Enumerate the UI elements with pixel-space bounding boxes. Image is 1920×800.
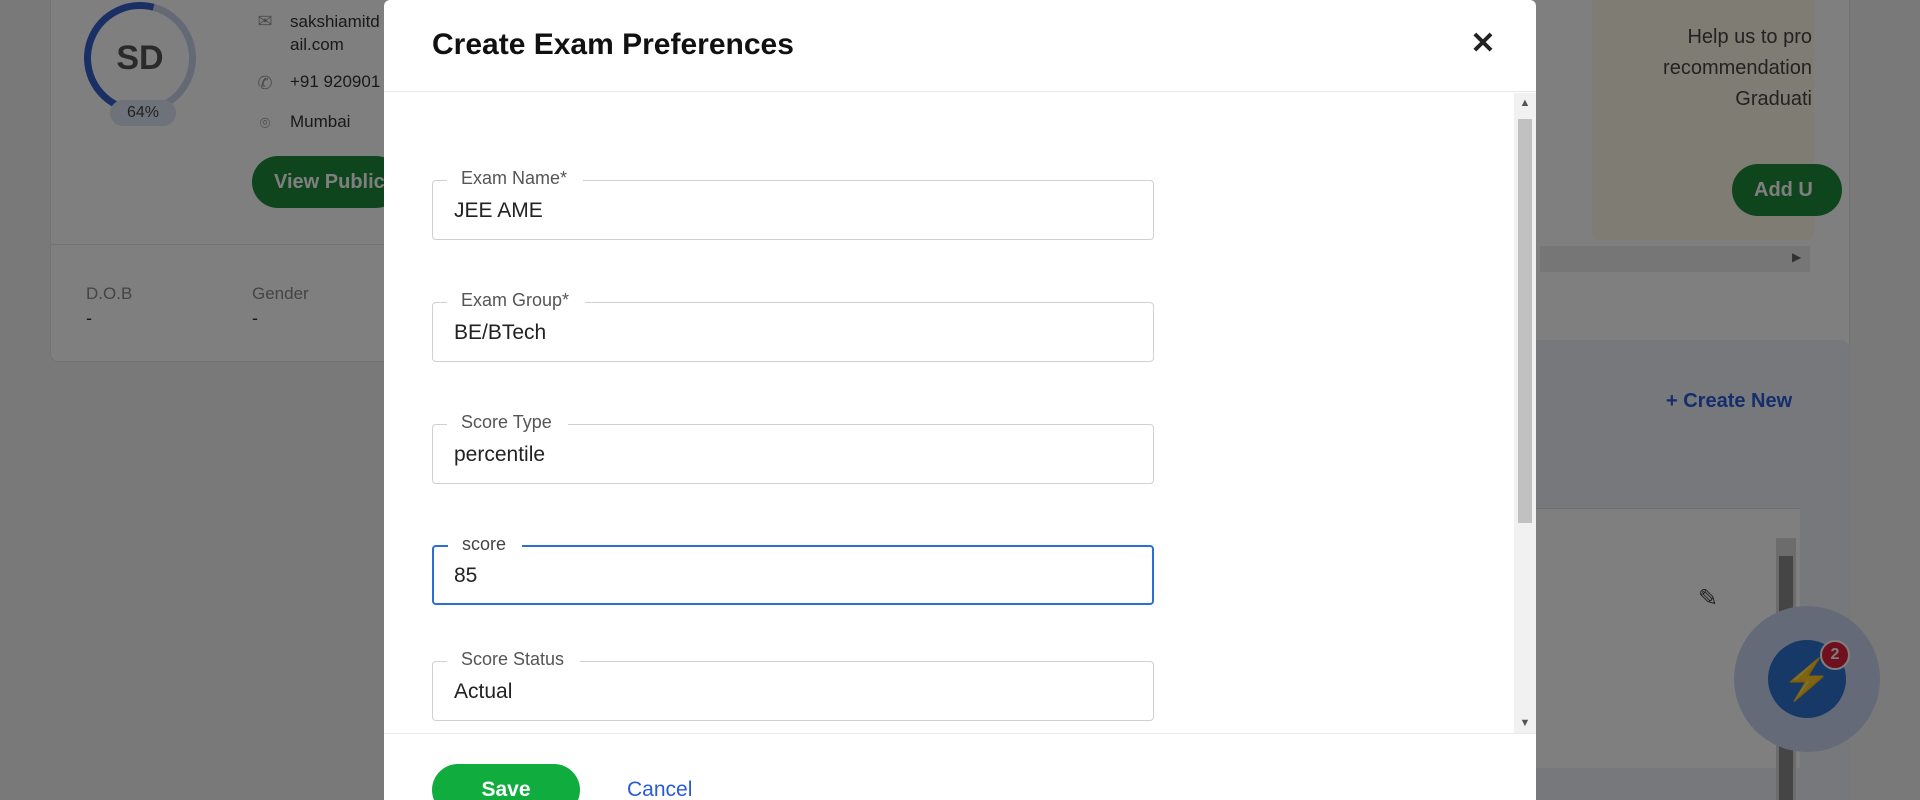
modal-header: Create Exam Preferences ✕ — [384, 0, 1536, 92]
scroll-up-icon[interactable]: ▲ — [1514, 97, 1536, 109]
modal-title: Create Exam Preferences — [432, 28, 794, 61]
modal-footer: Save Cancel — [384, 733, 1536, 800]
exam-group-field[interactable]: Exam Group* — [432, 290, 1154, 362]
score-field[interactable]: score — [432, 534, 1154, 605]
score-label: score — [448, 534, 523, 555]
exam-group-input[interactable] — [454, 321, 1134, 345]
exam-name-field[interactable]: Exam Name* — [432, 168, 1154, 240]
modal-scrollbar-thumb[interactable] — [1518, 119, 1532, 523]
close-icon[interactable]: ✕ — [1466, 26, 1500, 60]
exam-name-input[interactable] — [454, 199, 1134, 223]
score-input[interactable] — [454, 564, 1134, 588]
cancel-button[interactable]: Cancel — [627, 778, 692, 800]
create-exam-preferences-modal: Create Exam Preferences ✕ Exam Name* Exa… — [384, 0, 1536, 800]
score-status-label: Score Status — [447, 649, 581, 670]
score-status-input[interactable] — [454, 680, 1134, 704]
score-status-field[interactable]: Score Status — [432, 649, 1154, 721]
score-type-input[interactable] — [454, 443, 1134, 467]
exam-group-label: Exam Group* — [447, 290, 586, 311]
score-type-label: Score Type — [447, 412, 568, 433]
score-type-field[interactable]: Score Type — [432, 412, 1154, 484]
modal-body: Exam Name* Exam Group* Score Type score … — [384, 93, 1516, 733]
modal-body-scrollbar[interactable]: ▲ ▼ — [1514, 93, 1536, 733]
scroll-down-icon[interactable]: ▼ — [1514, 717, 1536, 729]
save-button[interactable]: Save — [432, 764, 580, 800]
exam-name-label: Exam Name* — [447, 168, 584, 189]
